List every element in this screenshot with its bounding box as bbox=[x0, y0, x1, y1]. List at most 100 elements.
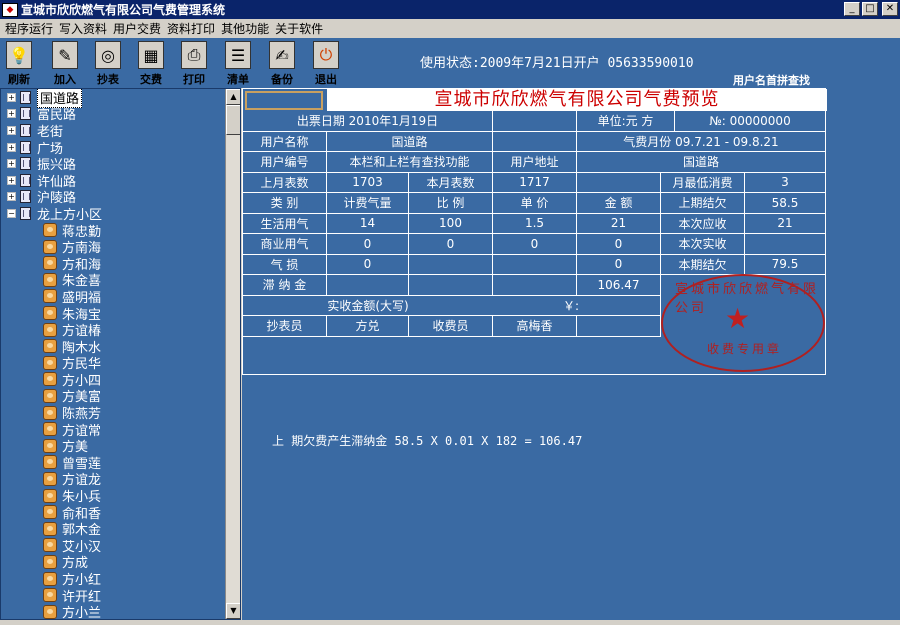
user-face-icon bbox=[43, 588, 57, 603]
bill-title: 宣城市欣欣燃气有限公司气费预览 bbox=[327, 89, 827, 111]
empty-cell bbox=[493, 275, 577, 296]
tree-group[interactable]: + 老街 bbox=[1, 122, 227, 140]
tree-group[interactable]: + 广场 bbox=[1, 139, 227, 157]
list-button[interactable]: ☰ 清单 bbox=[220, 41, 256, 87]
tree-user[interactable]: 陈燕芳 bbox=[1, 404, 227, 422]
menu-program[interactable]: 程序运行 bbox=[2, 20, 56, 37]
expand-icon[interactable]: + bbox=[7, 192, 16, 202]
commercial-label: 商业用气 bbox=[243, 234, 327, 255]
tree-user[interactable]: 许开红 bbox=[1, 587, 227, 605]
expand-icon[interactable]: + bbox=[7, 109, 16, 119]
user-face-icon bbox=[43, 521, 57, 536]
minimize-button[interactable]: _ bbox=[844, 2, 860, 16]
book-icon bbox=[20, 157, 31, 171]
tree-user[interactable]: 曾雪莲 bbox=[1, 454, 227, 472]
menu-payment[interactable]: 用户交费 bbox=[110, 20, 164, 37]
pay-button[interactable]: ▦ 交费 bbox=[133, 41, 169, 87]
tree-user[interactable]: 盛明福 bbox=[1, 288, 227, 306]
living-label: 生活用气 bbox=[243, 213, 327, 234]
company-seal: 宣城市欣欣燃气有限公司 ★ 收费专用章 bbox=[661, 274, 825, 372]
expand-icon[interactable]: + bbox=[7, 159, 16, 169]
app-icon[interactable]: ◆ bbox=[2, 2, 18, 17]
address-label: 用户地址 bbox=[493, 152, 577, 173]
tree-user[interactable]: 方南海 bbox=[1, 238, 227, 256]
tree-group[interactable]: + 国道路 bbox=[1, 89, 227, 108]
tree-user[interactable]: 方小四 bbox=[1, 371, 227, 389]
tree-user[interactable]: 蒋忠勤 bbox=[1, 222, 227, 240]
book-icon bbox=[20, 123, 31, 137]
tree-user[interactable]: 朱金喜 bbox=[1, 272, 227, 289]
tree-group[interactable]: − 龙上方小区 bbox=[1, 205, 227, 223]
due-value: 21 bbox=[745, 214, 825, 234]
user-tree: + 国道路 + 富民路 + 老街 + 广场 + 振兴路 + 许仙路 + 沪陵路 − 龙上方小区 … bbox=[0, 88, 241, 620]
tree-user[interactable]: 朱海宝 bbox=[1, 305, 227, 323]
scroll-down-icon[interactable]: ▼ bbox=[226, 603, 240, 619]
living-amount: 21 bbox=[577, 213, 661, 234]
user-face-icon bbox=[43, 272, 57, 287]
tree-user[interactable]: 方谊常 bbox=[1, 421, 227, 439]
user-face-icon bbox=[43, 289, 57, 304]
refresh-button[interactable]: 💡 刷新 bbox=[1, 41, 37, 87]
tree-group[interactable]: + 许仙路 bbox=[1, 172, 227, 190]
scroll-up-icon[interactable]: ▲ bbox=[226, 89, 240, 105]
col-gas: 计费气量 bbox=[327, 193, 409, 214]
last-reading-label: 上月表数 bbox=[243, 172, 327, 193]
loss-label: 气 损 bbox=[243, 254, 327, 275]
tree-user[interactable]: 方成 bbox=[1, 554, 227, 571]
user-face-icon bbox=[43, 322, 57, 337]
user-face-icon bbox=[43, 471, 57, 486]
tree-user[interactable]: 方民华 bbox=[1, 355, 227, 372]
print-button[interactable]: ⎙ 打印 bbox=[176, 41, 212, 87]
user-face-icon bbox=[43, 455, 57, 470]
expand-icon[interactable]: + bbox=[7, 175, 16, 185]
close-button[interactable]: ✕ bbox=[882, 2, 898, 16]
user-face-icon bbox=[43, 405, 57, 420]
expand-icon[interactable]: + bbox=[7, 142, 16, 152]
tree-user[interactable]: 方谊龙 bbox=[1, 471, 227, 488]
paid-value[interactable] bbox=[745, 234, 825, 255]
exit-button[interactable]: ⏻ 退出 bbox=[308, 41, 344, 87]
col-price: 单 价 bbox=[493, 193, 577, 214]
backup-icon: ✍ bbox=[269, 41, 295, 69]
tree-user[interactable]: 方小兰 bbox=[1, 603, 227, 619]
tree-user[interactable]: 郭木金 bbox=[1, 520, 227, 538]
commercial-ratio: 0 bbox=[409, 234, 493, 255]
tree-scrollbar[interactable]: ▲ ▼ bbox=[225, 89, 240, 619]
tree-user[interactable]: 方小红 bbox=[1, 570, 227, 588]
empty-cell bbox=[493, 131, 577, 152]
prev-arrears-label: 上期结欠 bbox=[661, 193, 745, 214]
scroll-thumb[interactable] bbox=[226, 105, 240, 135]
tree-group[interactable]: + 沪陵路 bbox=[1, 189, 227, 206]
user-face-icon bbox=[43, 538, 57, 553]
maximize-button[interactable]: □ bbox=[862, 2, 878, 16]
expand-icon[interactable]: + bbox=[7, 125, 16, 135]
menu-write-data[interactable]: 写入资料 bbox=[56, 20, 110, 37]
tree-user[interactable]: 方美富 bbox=[1, 388, 227, 405]
due-label: 本次应收 bbox=[661, 213, 745, 234]
tree-group[interactable]: + 振兴路 bbox=[1, 155, 227, 173]
user-search-label[interactable]: 用户名首拼查找 bbox=[733, 72, 810, 88]
expand-icon[interactable]: + bbox=[7, 92, 16, 102]
tree-user[interactable]: 艾小汉 bbox=[1, 537, 227, 555]
add-button[interactable]: ✎ 加入 bbox=[47, 41, 83, 87]
user-face-icon bbox=[43, 306, 57, 321]
paid-words-label: 实收金额(大写) bbox=[243, 296, 493, 316]
meter-button[interactable]: ◎ 抄表 bbox=[90, 41, 126, 87]
tree-group[interactable]: + 富民路 bbox=[1, 106, 227, 123]
collapse-icon[interactable]: − bbox=[7, 208, 16, 218]
user-name-label: 用户名称 bbox=[243, 131, 327, 152]
tree-user[interactable]: 方美 bbox=[1, 437, 227, 455]
tree-user[interactable]: 俞和香 bbox=[1, 504, 227, 522]
commercial-amount: 0 bbox=[577, 234, 661, 255]
backup-button[interactable]: ✍ 备份 bbox=[264, 41, 300, 87]
living-gas: 14 bbox=[327, 213, 409, 234]
tree-user[interactable]: 方和海 bbox=[1, 255, 227, 273]
user-no-field[interactable]: 本栏和上栏有查找功能 bbox=[327, 152, 493, 173]
menu-about[interactable]: 关于软件 bbox=[272, 20, 326, 37]
star-icon: ★ bbox=[725, 302, 751, 335]
menu-print[interactable]: 资料打印 bbox=[164, 20, 218, 37]
menu-other[interactable]: 其他功能 bbox=[218, 20, 272, 37]
tree-user[interactable]: 陶木水 bbox=[1, 338, 227, 356]
tree-user[interactable]: 朱小兵 bbox=[1, 487, 227, 505]
tree-user[interactable]: 方谊椿 bbox=[1, 321, 227, 339]
